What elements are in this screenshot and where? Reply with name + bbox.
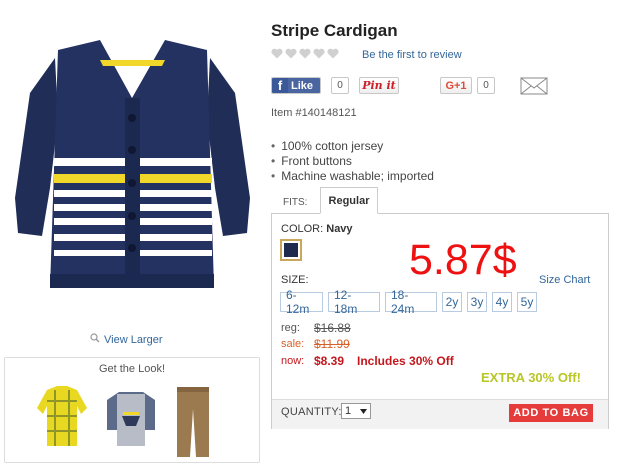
feature-item: Front buttons <box>271 154 434 169</box>
chevron-down-icon <box>360 405 367 417</box>
fits-label: FITS: <box>283 197 308 208</box>
heart-icon <box>285 48 297 59</box>
sale-price-label: sale: <box>281 338 305 350</box>
quantity-value: 1 <box>345 405 352 417</box>
size-option[interactable]: 6-12m <box>280 288 323 316</box>
size-chart-link[interactable]: Size Chart <box>539 274 590 286</box>
feature-item: 100% cotton jersey <box>271 139 434 154</box>
email-icon[interactable] <box>520 77 548 95</box>
view-larger-label: View Larger <box>104 333 163 346</box>
heart-icon <box>271 48 283 59</box>
reg-price-label: reg: <box>281 322 300 334</box>
now-price: $8.39 <box>314 354 345 368</box>
product-title: Stripe Cardigan <box>271 21 398 40</box>
product-image[interactable] <box>10 38 255 310</box>
size-label: SIZE: <box>281 274 309 286</box>
overlay-price: 5.87$ <box>409 236 517 284</box>
size-option[interactable]: 3y <box>467 292 487 312</box>
swatch-fill <box>284 243 298 257</box>
color-selected: Navy <box>326 223 353 235</box>
review-link[interactable]: Be the first to review <box>362 49 462 61</box>
pinterest-button[interactable]: Pin it <box>359 77 399 94</box>
get-the-look-title: Get the Look! <box>98 363 166 375</box>
size-option[interactable]: 5y <box>517 292 537 312</box>
sale-price: $11.99 <box>314 337 350 351</box>
view-larger-link[interactable]: View Larger <box>90 333 163 346</box>
now-price-label: now: <box>281 355 305 367</box>
feature-list: 100% cotton jersey Front buttons Machine… <box>271 139 434 184</box>
reg-price: $16.88 <box>314 321 351 335</box>
look-item-graphic-tee[interactable] <box>105 390 157 451</box>
rating-hearts <box>271 48 339 59</box>
quantity-select[interactable]: 1 <box>341 403 371 419</box>
facebook-like-count: 0 <box>331 77 349 94</box>
size-options: 6-12m 12-18m 18-24m 2y 3y 4y 5y <box>280 288 537 316</box>
color-swatch-navy[interactable] <box>280 239 302 261</box>
size-option[interactable]: 12-18m <box>328 288 380 316</box>
add-to-bag-button[interactable]: ADD TO BAG <box>509 404 593 422</box>
heart-icon <box>327 48 339 59</box>
look-item-khaki-pants[interactable] <box>175 385 211 462</box>
look-item-plaid-shirt[interactable] <box>37 386 87 451</box>
facebook-icon: f <box>272 78 288 93</box>
discount-note: Includes 30% Off <box>357 354 454 368</box>
feature-item: Machine washable; imported <box>271 169 434 184</box>
item-number: Item #140148121 <box>271 107 357 119</box>
facebook-like-label: Like <box>288 78 320 93</box>
size-option[interactable]: 4y <box>492 292 512 312</box>
size-option[interactable]: 18-24m <box>385 288 437 316</box>
heart-icon <box>313 48 325 59</box>
tab-regular-fit[interactable]: Regular <box>320 187 378 214</box>
heart-icon <box>299 48 311 59</box>
color-label: COLOR: Navy <box>281 223 353 235</box>
quantity-label: QUANTITY: <box>281 406 342 418</box>
size-option[interactable]: 2y <box>442 292 462 312</box>
magnifier-icon <box>90 333 100 346</box>
google-plus-button[interactable]: G+1 <box>440 77 472 94</box>
facebook-like-button[interactable]: f Like <box>271 77 321 94</box>
google-plus-count: 0 <box>477 77 495 94</box>
color-label-text: COLOR: <box>281 223 324 235</box>
get-the-look-panel: Get the Look! <box>4 357 260 463</box>
extra-discount-badge: EXTRA 30% Off! <box>481 370 581 385</box>
